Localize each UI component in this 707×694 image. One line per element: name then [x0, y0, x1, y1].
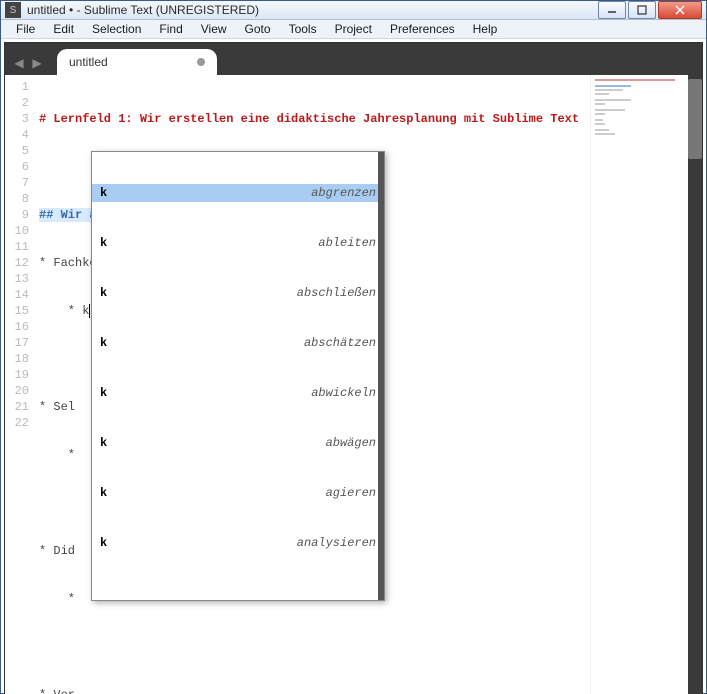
line-number: 1 — [5, 79, 29, 95]
ac-hint: ableiten — [318, 235, 376, 251]
line-number: 19 — [5, 367, 29, 383]
ac-hint: agieren — [326, 485, 376, 501]
maximize-button[interactable] — [628, 1, 656, 19]
menu-find[interactable]: Find — [150, 20, 191, 38]
autocomplete-item[interactable]: k abwickeln — [92, 384, 384, 402]
line-number: 10 — [5, 223, 29, 239]
code-editor[interactable]: # Lernfeld 1: Wir erstellen eine didakti… — [39, 75, 590, 694]
close-button[interactable] — [658, 1, 702, 19]
line-number: 3 — [5, 111, 29, 127]
dirty-indicator-icon — [197, 58, 205, 66]
tab-strip: ◀ ▶ untitled — [5, 43, 702, 75]
ac-hint: abschließen — [297, 285, 376, 301]
line-number: 13 — [5, 271, 29, 287]
minimap[interactable] — [590, 75, 688, 694]
line-number: 17 — [5, 335, 29, 351]
autocomplete-item[interactable]: k abwägen — [92, 434, 384, 452]
ac-trigger: k — [100, 185, 107, 201]
autocomplete-item[interactable]: k analysieren — [92, 534, 384, 552]
menu-project[interactable]: Project — [326, 20, 381, 38]
line-number: 7 — [5, 175, 29, 191]
ac-trigger: k — [100, 485, 107, 501]
ac-hint: abwägen — [326, 435, 376, 451]
line-number: 14 — [5, 287, 29, 303]
menu-file[interactable]: File — [7, 20, 44, 38]
line-gutter: 1 2 3 4 5 6 7 8 9 10 11 12 13 14 15 16 1… — [5, 75, 39, 694]
line-number: 5 — [5, 143, 29, 159]
line-number: 6 — [5, 159, 29, 175]
ac-hint: abgrenzen — [311, 185, 376, 201]
ac-trigger: k — [100, 535, 107, 551]
tab-prev-icon[interactable]: ◀ — [11, 55, 27, 71]
ac-trigger: k — [100, 385, 107, 401]
code-line: * Ver — [39, 687, 590, 694]
line-number: 4 — [5, 127, 29, 143]
ac-trigger: k — [100, 235, 107, 251]
ac-hint: abschätzen — [304, 335, 376, 351]
autocomplete-popup[interactable]: k abgrenzen k ableiten k abschließen k a… — [91, 151, 385, 601]
line-number: 12 — [5, 255, 29, 271]
tab-nav: ◀ ▶ — [11, 55, 45, 75]
menu-view[interactable]: View — [192, 20, 236, 38]
autocomplete-item[interactable]: k abschließen — [92, 284, 384, 302]
window-controls — [596, 1, 702, 19]
tab-next-icon[interactable]: ▶ — [29, 55, 45, 71]
line-number: 20 — [5, 383, 29, 399]
line-number: 15 — [5, 303, 29, 319]
menu-tools[interactable]: Tools — [280, 20, 326, 38]
app-window: S untitled • - Sublime Text (UNREGISTERE… — [0, 0, 707, 694]
menu-edit[interactable]: Edit — [44, 20, 83, 38]
line-number: 16 — [5, 319, 29, 335]
line-number: 9 — [5, 207, 29, 223]
minimize-button[interactable] — [598, 1, 626, 19]
ac-trigger: k — [100, 285, 107, 301]
code-line: * k — [39, 304, 89, 318]
autocomplete-item[interactable]: k abgrenzen — [92, 184, 384, 202]
menu-help[interactable]: Help — [464, 20, 507, 38]
menu-bar: File Edit Selection Find View Goto Tools… — [1, 20, 706, 39]
window-title: untitled • - Sublime Text (UNREGISTERED) — [27, 3, 596, 17]
autocomplete-item[interactable]: k ableiten — [92, 234, 384, 252]
autocomplete-item[interactable]: k agieren — [92, 484, 384, 502]
line-number: 21 — [5, 399, 29, 415]
menu-preferences[interactable]: Preferences — [381, 20, 464, 38]
menu-goto[interactable]: Goto — [236, 20, 280, 38]
tab-label: untitled — [69, 55, 108, 69]
ac-trigger: k — [100, 335, 107, 351]
code-line: # Lernfeld 1: Wir erstellen eine didakti… — [39, 112, 579, 126]
line-number: 11 — [5, 239, 29, 255]
tab-untitled[interactable]: untitled — [57, 49, 217, 75]
editor-area: 1 2 3 4 5 6 7 8 9 10 11 12 13 14 15 16 1… — [5, 75, 702, 694]
code-line — [39, 639, 590, 655]
ac-hint: analysieren — [297, 535, 376, 551]
line-number: 18 — [5, 351, 29, 367]
ac-hint: abwickeln — [311, 385, 376, 401]
title-bar: S untitled • - Sublime Text (UNREGISTERE… — [1, 1, 706, 20]
line-number: 2 — [5, 95, 29, 111]
client-area: ◀ ▶ untitled 1 2 3 4 5 6 7 8 9 10 11 — [4, 42, 703, 694]
line-number: 22 — [5, 415, 29, 431]
ac-trigger: k — [100, 435, 107, 451]
autocomplete-scrollbar[interactable] — [378, 152, 384, 600]
vertical-scrollbar[interactable] — [688, 75, 702, 694]
scrollbar-thumb[interactable] — [688, 79, 702, 159]
autocomplete-item[interactable]: k abschätzen — [92, 334, 384, 352]
app-icon: S — [5, 2, 21, 18]
menu-selection[interactable]: Selection — [83, 20, 150, 38]
line-number: 8 — [5, 191, 29, 207]
